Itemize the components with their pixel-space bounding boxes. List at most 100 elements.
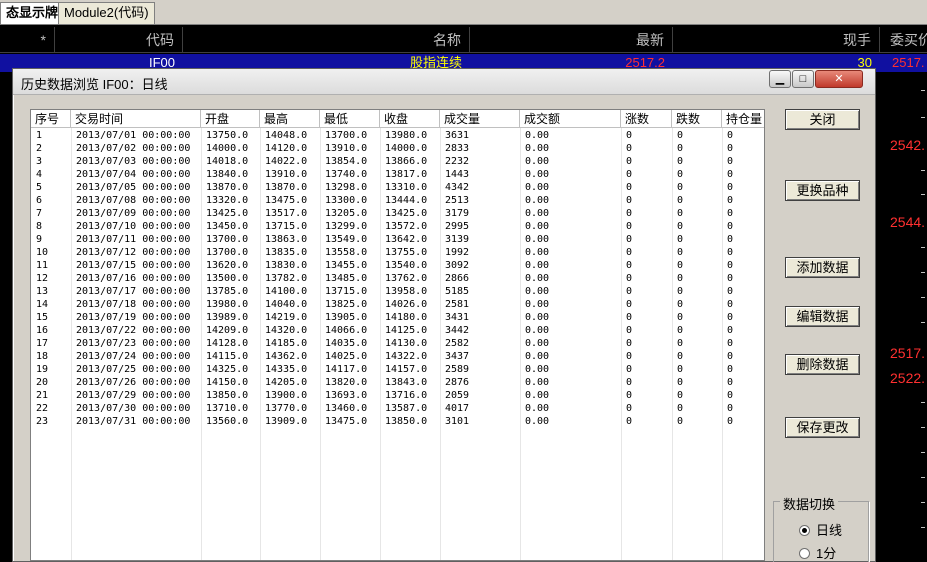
table-cell: 2013/07/05 00:00:00	[76, 182, 191, 193]
list-column-header[interactable]: 涨数	[621, 110, 672, 128]
table-cell: 14150.0	[206, 377, 249, 388]
column-header-bid[interactable]: 委买价	[880, 27, 927, 53]
column-divider	[201, 128, 202, 560]
radio-daily-label: 日线	[816, 523, 843, 538]
table-cell: 0	[727, 208, 734, 219]
radio-unselected-icon	[799, 548, 810, 559]
list-column-header[interactable]: 最高	[260, 110, 320, 128]
save-changes-button[interactable]: 保存更改	[785, 417, 860, 438]
grid-dash	[921, 194, 925, 195]
table-cell: 14205.0	[265, 377, 308, 388]
table-row[interactable]: 2 2013/07/02 00:00:00 14000.0 14120.0 13910.…	[31, 142, 764, 155]
history-data-list[interactable]: 序号 交易时间 开盘 最高 最低 收盘 成交量 成交额 涨数 跌数 持仓量 1 2013/07/01 …	[30, 109, 765, 561]
column-header-latest[interactable]: 最新	[470, 27, 673, 53]
table-row[interactable]: 18 2013/07/24 00:00:00 14115.0 14362.0 14025…	[31, 350, 764, 363]
table-cell: 13905.0	[325, 312, 368, 323]
list-column-header[interactable]: 持仓量	[722, 110, 764, 128]
column-header-star[interactable]: *	[0, 27, 55, 53]
table-cell: 14066.0	[325, 325, 368, 336]
close-button[interactable]: 关闭	[785, 109, 860, 130]
table-row[interactable]: 8 2013/07/10 00:00:00 13450.0 13715.0 13299.…	[31, 220, 764, 233]
table-row[interactable]: 9 2013/07/11 00:00:00 13700.0 13863.0 13549.…	[31, 233, 764, 246]
table-cell: 14128.0	[206, 338, 249, 349]
table-row[interactable]: 5 2013/07/05 00:00:00 13870.0 13870.0 13298.…	[31, 181, 764, 194]
column-header-name[interactable]: 名称	[183, 27, 470, 53]
table-cell: 1443	[445, 169, 470, 180]
list-column-header[interactable]: 跌数	[672, 110, 722, 128]
table-row[interactable]: 15 2013/07/19 00:00:00 13989.0 14219.0 13905…	[31, 311, 764, 324]
table-cell: 0	[626, 299, 633, 310]
column-header-volume[interactable]: 现手	[673, 27, 880, 53]
table-cell: 2013/07/01 00:00:00	[76, 130, 191, 141]
table-cell: 0	[677, 234, 684, 245]
add-data-button[interactable]: 添加数据	[785, 257, 860, 278]
change-symbol-button[interactable]: 更换品种	[785, 180, 860, 201]
table-cell: 13485.0	[325, 273, 368, 284]
table-cell: 13642.0	[385, 234, 428, 245]
table-row[interactable]: 19 2013/07/25 00:00:00 14325.0 14335.0 14117…	[31, 363, 764, 376]
table-cell: 13770.0	[265, 403, 308, 414]
table-cell: 0.00	[525, 247, 550, 258]
table-row[interactable]: 16 2013/07/22 00:00:00 14209.0 14320.0 14066…	[31, 324, 764, 337]
list-column-header[interactable]: 序号	[31, 110, 71, 128]
radio-daily[interactable]: 日线	[799, 520, 842, 539]
dialog-titlebar[interactable]: 历史数据浏览 IF00：日线 ▁ □ ✕	[13, 69, 875, 95]
table-cell: 11	[36, 260, 49, 271]
tab-status-board[interactable]: 态显示牌	[0, 2, 65, 24]
table-row[interactable]: 11 2013/07/15 00:00:00 13620.0 13830.0 13455…	[31, 259, 764, 272]
table-cell: 13	[36, 286, 49, 297]
minimize-button[interactable]: ▁	[769, 70, 791, 88]
list-column-header[interactable]: 成交额	[520, 110, 621, 128]
bid-value: 2517.	[890, 345, 926, 361]
table-row[interactable]: 10 2013/07/12 00:00:00 13700.0 13835.0 13558…	[31, 246, 764, 259]
table-cell: 0.00	[525, 260, 550, 271]
table-row[interactable]: 3 2013/07/03 00:00:00 14018.0 14022.0 13854.…	[31, 155, 764, 168]
table-row[interactable]: 1 2013/07/01 00:00:00 13750.0 14048.0 13700.…	[31, 129, 764, 142]
list-column-header[interactable]: 交易时间	[71, 110, 201, 128]
table-row[interactable]: 6 2013/07/08 00:00:00 13320.0 13475.0 13300.…	[31, 194, 764, 207]
list-column-header[interactable]: 成交量	[440, 110, 520, 128]
table-row[interactable]: 23 2013/07/31 00:00:00 13560.0 13909.0 13475…	[31, 415, 764, 428]
table-row[interactable]: 22 2013/07/30 00:00:00 13710.0 13770.0 13460…	[31, 402, 764, 415]
table-cell: 0	[677, 325, 684, 336]
table-cell: 0	[677, 260, 684, 271]
edit-data-button[interactable]: 编辑数据	[785, 306, 860, 327]
table-row[interactable]: 4 2013/07/04 00:00:00 13840.0 13910.0 13740.…	[31, 168, 764, 181]
maximize-button[interactable]: □	[792, 70, 814, 88]
tab-module2-code[interactable]: Module2(代码)	[58, 2, 155, 24]
table-cell: 0	[727, 234, 734, 245]
table-cell: 13300.0	[325, 195, 368, 206]
table-row[interactable]: 17 2013/07/23 00:00:00 14128.0 14185.0 14035…	[31, 337, 764, 350]
table-cell: 0	[626, 312, 633, 323]
delete-data-button[interactable]: 删除数据	[785, 354, 860, 375]
table-cell: 14157.0	[385, 364, 428, 375]
table-cell: 13715.0	[265, 221, 308, 232]
table-cell: 4342	[445, 182, 470, 193]
list-column-header[interactable]: 开盘	[201, 110, 260, 128]
table-row[interactable]: 14 2013/07/18 00:00:00 13980.0 14040.0 13825…	[31, 298, 764, 311]
table-row[interactable]: 20 2013/07/26 00:00:00 14150.0 14205.0 13820…	[31, 376, 764, 389]
table-cell: 13460.0	[325, 403, 368, 414]
close-window-button[interactable]: ✕	[815, 70, 863, 88]
table-cell: 0	[727, 286, 734, 297]
grid-dash	[921, 297, 925, 298]
list-column-header[interactable]: 收盘	[380, 110, 440, 128]
table-cell: 13910.0	[265, 169, 308, 180]
table-cell: 14130.0	[385, 338, 428, 349]
table-cell: 14180.0	[385, 312, 428, 323]
table-row[interactable]: 7 2013/07/09 00:00:00 13425.0 13517.0 13205.…	[31, 207, 764, 220]
column-divider	[71, 128, 72, 560]
table-cell: 0	[727, 130, 734, 141]
table-cell: 13560.0	[206, 416, 249, 427]
table-cell: 13540.0	[385, 260, 428, 271]
table-row[interactable]: 21 2013/07/29 00:00:00 13850.0 13900.0 13693…	[31, 389, 764, 402]
radio-1min[interactable]: 1分	[799, 543, 836, 562]
table-row[interactable]: 12 2013/07/16 00:00:00 13500.0 13782.0 13485…	[31, 272, 764, 285]
list-column-header[interactable]: 最低	[320, 110, 380, 128]
column-header-code[interactable]: 代码	[55, 27, 183, 53]
table-cell: 3101	[445, 416, 470, 427]
table-cell: 0.00	[525, 286, 550, 297]
table-cell: 2013/07/16 00:00:00	[76, 273, 191, 284]
table-row[interactable]: 13 2013/07/17 00:00:00 13785.0 14100.0 13715…	[31, 285, 764, 298]
table-cell: 13740.0	[325, 169, 368, 180]
